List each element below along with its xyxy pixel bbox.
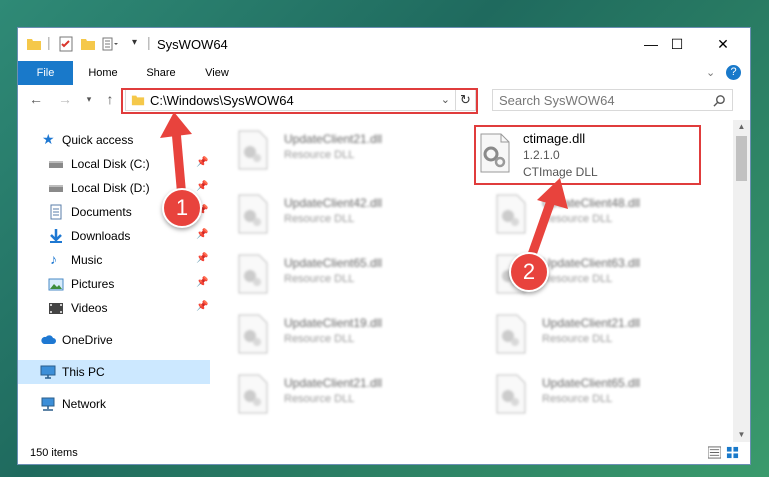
sidebar-item-music[interactable]: ♪ Music 📌: [18, 248, 210, 272]
tab-home[interactable]: Home: [78, 61, 128, 85]
pin-icon[interactable]: 📌: [196, 229, 208, 240]
dll-file-icon: [238, 374, 268, 414]
cloud-icon: [41, 335, 56, 344]
file-tile[interactable]: UpdateClient42.dll Resource DLL: [217, 190, 437, 238]
dll-file-icon: [238, 130, 268, 170]
drive-icon: [49, 185, 63, 192]
separator: |: [47, 34, 51, 50]
pin-icon[interactable]: 📌: [196, 181, 208, 192]
details-view-icon[interactable]: [708, 446, 721, 459]
pin-icon[interactable]: 📌: [196, 253, 208, 264]
new-folder-icon[interactable]: [80, 36, 96, 52]
pin-icon[interactable]: 📌: [196, 157, 208, 168]
large-icons-view-icon[interactable]: [726, 446, 739, 459]
star-icon: ★: [42, 131, 55, 147]
recent-locations-icon[interactable]: ▾: [80, 94, 98, 105]
pictures-icon: [48, 278, 64, 291]
maximize-button[interactable]: ☐: [654, 28, 700, 60]
status-bar: 150 items: [18, 442, 750, 464]
sidebar-item-onedrive[interactable]: OneDrive: [18, 328, 210, 352]
tab-share[interactable]: Share: [136, 61, 186, 85]
file-highlight-box: [474, 125, 701, 185]
drive-icon: [49, 161, 63, 168]
close-button[interactable]: ✕: [700, 28, 746, 60]
sidebar-item-network[interactable]: Network: [18, 392, 210, 416]
dll-file-icon: [496, 374, 526, 414]
forward-button[interactable]: →: [56, 91, 74, 107]
dll-file-icon: [496, 194, 526, 234]
step-1-badge: 1: [162, 188, 202, 228]
scroll-down-icon[interactable]: ▼: [733, 428, 750, 442]
sidebar-item-pictures[interactable]: Pictures 📌: [18, 272, 210, 296]
customize-toolbar-icon[interactable]: [102, 36, 118, 52]
dll-file-icon: [238, 314, 268, 354]
pin-icon[interactable]: 📌: [196, 301, 208, 312]
sidebar-item-videos[interactable]: Videos 📌: [18, 296, 210, 320]
title-bar: | ▾ | SysWOW64 — ☐ ✕: [18, 28, 750, 61]
file-tile[interactable]: UpdateClient21.dll Resource DLL: [217, 126, 437, 174]
properties-icon[interactable]: [58, 36, 74, 52]
dll-file-icon: [238, 254, 268, 294]
back-button[interactable]: ←: [27, 91, 45, 107]
pin-icon[interactable]: 📌: [196, 277, 208, 288]
search-input[interactable]: Search SysWOW64: [492, 89, 733, 111]
step-2-badge: 2: [509, 252, 549, 292]
sidebar-item-local-disk-c[interactable]: Local Disk (C:) 📌: [18, 152, 210, 176]
file-tile[interactable]: UpdateClient21.dll Resource DLL: [475, 310, 695, 358]
vertical-scrollbar[interactable]: ▲ ▼: [733, 120, 750, 442]
dll-file-icon: [238, 194, 268, 234]
scroll-up-icon[interactable]: ▲: [733, 120, 750, 134]
music-icon: ♪: [50, 251, 57, 267]
item-count: 150 items: [30, 447, 78, 459]
address-highlight-box: [121, 88, 478, 114]
expand-ribbon-icon[interactable]: ⌄: [706, 66, 715, 79]
scroll-thumb[interactable]: [736, 136, 747, 181]
downloads-icon: [50, 229, 62, 243]
sidebar-item-quick-access[interactable]: ★ Quick access: [18, 128, 210, 152]
computer-icon: [40, 365, 56, 379]
qat-dropdown-icon[interactable]: ▾: [132, 37, 137, 48]
file-tile[interactable]: UpdateClient19.dll Resource DLL: [217, 310, 437, 358]
file-tile[interactable]: UpdateClient21.dll Resource DLL: [217, 370, 437, 418]
help-icon[interactable]: ?: [726, 65, 741, 80]
tab-view[interactable]: View: [192, 61, 242, 85]
tab-file[interactable]: File: [18, 61, 73, 85]
separator: |: [147, 34, 151, 50]
window-title: SysWOW64: [157, 37, 228, 52]
file-tile[interactable]: UpdateClient65.dll Resource DLL: [217, 250, 437, 298]
search-icon: [713, 95, 725, 107]
file-tile[interactable]: UpdateClient65.dll Resource DLL: [475, 370, 695, 418]
documents-icon: [50, 204, 62, 220]
sidebar-item-this-pc[interactable]: This PC: [18, 360, 210, 384]
dll-file-icon: [496, 314, 526, 354]
network-icon: [41, 397, 55, 411]
navigation-pane: ★ Quick access Local Disk (C:) 📌 Local D…: [18, 120, 213, 435]
ribbon-tabs: File Home Share View ⌄ ?: [18, 61, 750, 86]
up-button[interactable]: ↑: [101, 91, 119, 107]
search-placeholder: Search SysWOW64: [499, 93, 615, 108]
file-tile[interactable]: UpdateClient63.dll Resource DLL: [475, 250, 695, 298]
folder-icon: [27, 39, 41, 50]
videos-icon: [49, 303, 63, 314]
file-tile[interactable]: UpdateClient48.dll Resource DLL: [475, 190, 695, 238]
